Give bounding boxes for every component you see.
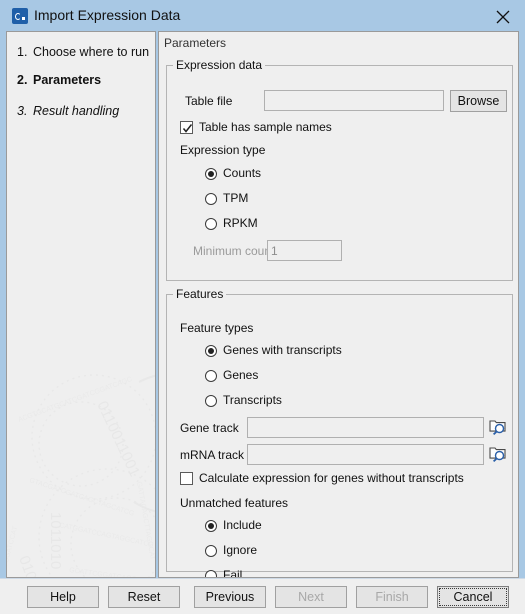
radio-unselected-icon: [205, 570, 217, 577]
reset-button[interactable]: Reset: [108, 586, 180, 608]
sidebar-item-label: Parameters: [33, 73, 102, 87]
decorative-watermark: 0110011001 1011010 01010 ACGTGCATGCATCGA…: [6, 374, 156, 578]
import-expression-data-dialog: Import Expression Data 0110011001 101101…: [0, 0, 525, 614]
mrna-track-folder-search-icon[interactable]: [488, 443, 508, 463]
dialog-button-bar: Help Reset Previous Next Finish Cancel: [0, 578, 525, 614]
window-title: Import Expression Data: [34, 7, 181, 23]
sidebar-item-result-handling[interactable]: 3. Result handling: [17, 104, 119, 118]
radio-label: Genes: [223, 368, 259, 382]
sidebar-item-parameters[interactable]: 2. Parameters: [17, 73, 101, 87]
gene-track-label: Gene track: [180, 421, 239, 435]
sidebar-item-choose-where-to-run[interactable]: 1. Choose where to run: [17, 45, 149, 59]
radio-selected-icon: [205, 168, 217, 180]
expression-data-group: Expression data Table file Browse Table …: [166, 58, 513, 281]
radio-label: Fail: [223, 568, 243, 578]
folder-search-glyph: [489, 420, 506, 436]
step-number: 2.: [17, 73, 28, 87]
svg-text:ACTGGATCCAT: ACTGGATCCAT: [6, 525, 20, 578]
svg-text:0110011001: 0110011001: [93, 399, 143, 480]
app-icon: [12, 8, 28, 24]
gene-track-input[interactable]: [247, 417, 484, 438]
minimum-count-label: Minimum count: [193, 244, 275, 258]
checkbox-label: Table has sample names: [199, 120, 332, 134]
next-button[interactable]: Next: [275, 586, 347, 608]
radio-label: RPKM: [223, 216, 258, 230]
svg-text:1011010: 1011010: [47, 512, 64, 569]
sidebar-item-label: Choose where to run: [33, 45, 150, 59]
svg-text:01010: 01010: [15, 554, 45, 578]
checkmark-glyph: [182, 124, 193, 133]
gene-track-folder-search-icon[interactable]: [488, 416, 508, 436]
minimum-count-input[interactable]: [267, 240, 342, 261]
feature-types-label: Feature types: [180, 321, 254, 335]
step-number: 1.: [17, 45, 28, 59]
close-glyph: [496, 10, 510, 24]
radio-unselected-icon: [205, 545, 217, 557]
folder-search-glyph: [489, 447, 506, 463]
close-icon[interactable]: [481, 0, 525, 30]
expression-data-legend: Expression data: [176, 58, 263, 72]
svg-text:CATGGATCCAGTAGGCATCG: CATGGATCCAGTAGGCATCG: [59, 522, 155, 549]
table-file-label: Table file: [185, 94, 233, 108]
sidebar-item-label: Result handling: [33, 104, 120, 118]
expression-type-label: Expression type: [180, 143, 266, 157]
svg-text:GTACGATCGATCAGCTAGCATCG: GTACGATCGATCAGCTAGCATCG: [28, 477, 135, 518]
radio-selected-icon: [205, 345, 217, 357]
browse-button[interactable]: Browse: [450, 90, 507, 112]
svg-text:GATTACAGCTTAGGCAT: GATTACAGCTTAGGCAT: [135, 481, 156, 561]
help-button[interactable]: Help: [27, 586, 99, 608]
page-title: Parameters: [164, 36, 227, 50]
radio-unselected-icon: [205, 370, 217, 382]
radio-unselected-icon: [205, 218, 217, 230]
svg-text:GCATTCGGATCAGG: GCATTCGGATCAGG: [69, 567, 137, 578]
radio-unselected-icon: [205, 193, 217, 205]
radio-label: TPM: [223, 191, 249, 205]
cancel-button[interactable]: Cancel: [437, 586, 509, 608]
checkbox-unchecked-icon: [180, 472, 193, 485]
features-group: Features Feature types Genes with transc…: [166, 287, 513, 577]
radio-label: Transcripts: [223, 393, 282, 407]
table-file-input[interactable]: [264, 90, 444, 111]
radio-label: Include: [223, 518, 262, 532]
checkbox-label: Calculate expression for genes without t…: [199, 471, 464, 485]
radio-label: Genes with transcripts: [223, 343, 342, 357]
svg-text:ACGTGCATGCATCGATCGGATCAGC: ACGTGCATGCATCGATCGGATCAGC: [17, 376, 133, 424]
finish-button[interactable]: Finish: [356, 586, 428, 608]
previous-button[interactable]: Previous: [194, 586, 266, 608]
mrna-track-input[interactable]: [247, 444, 484, 465]
mrna-track-label: mRNA track: [180, 448, 245, 462]
checkbox-checked-icon: [180, 121, 193, 134]
step-number: 3.: [17, 104, 28, 118]
unmatched-features-label: Unmatched features: [180, 496, 289, 510]
radio-unselected-icon: [205, 395, 217, 407]
radio-selected-icon: [205, 520, 217, 532]
features-legend: Features: [176, 287, 224, 301]
radio-label: Ignore: [223, 543, 258, 557]
parameters-panel: Parameters Expression data Table file Br…: [158, 31, 519, 578]
title-bar: Import Expression Data: [0, 0, 525, 31]
wizard-steps-sidebar: 0110011001 1011010 01010 ACGTGCATGCATCGA…: [6, 31, 156, 578]
radio-label: Counts: [223, 166, 262, 180]
